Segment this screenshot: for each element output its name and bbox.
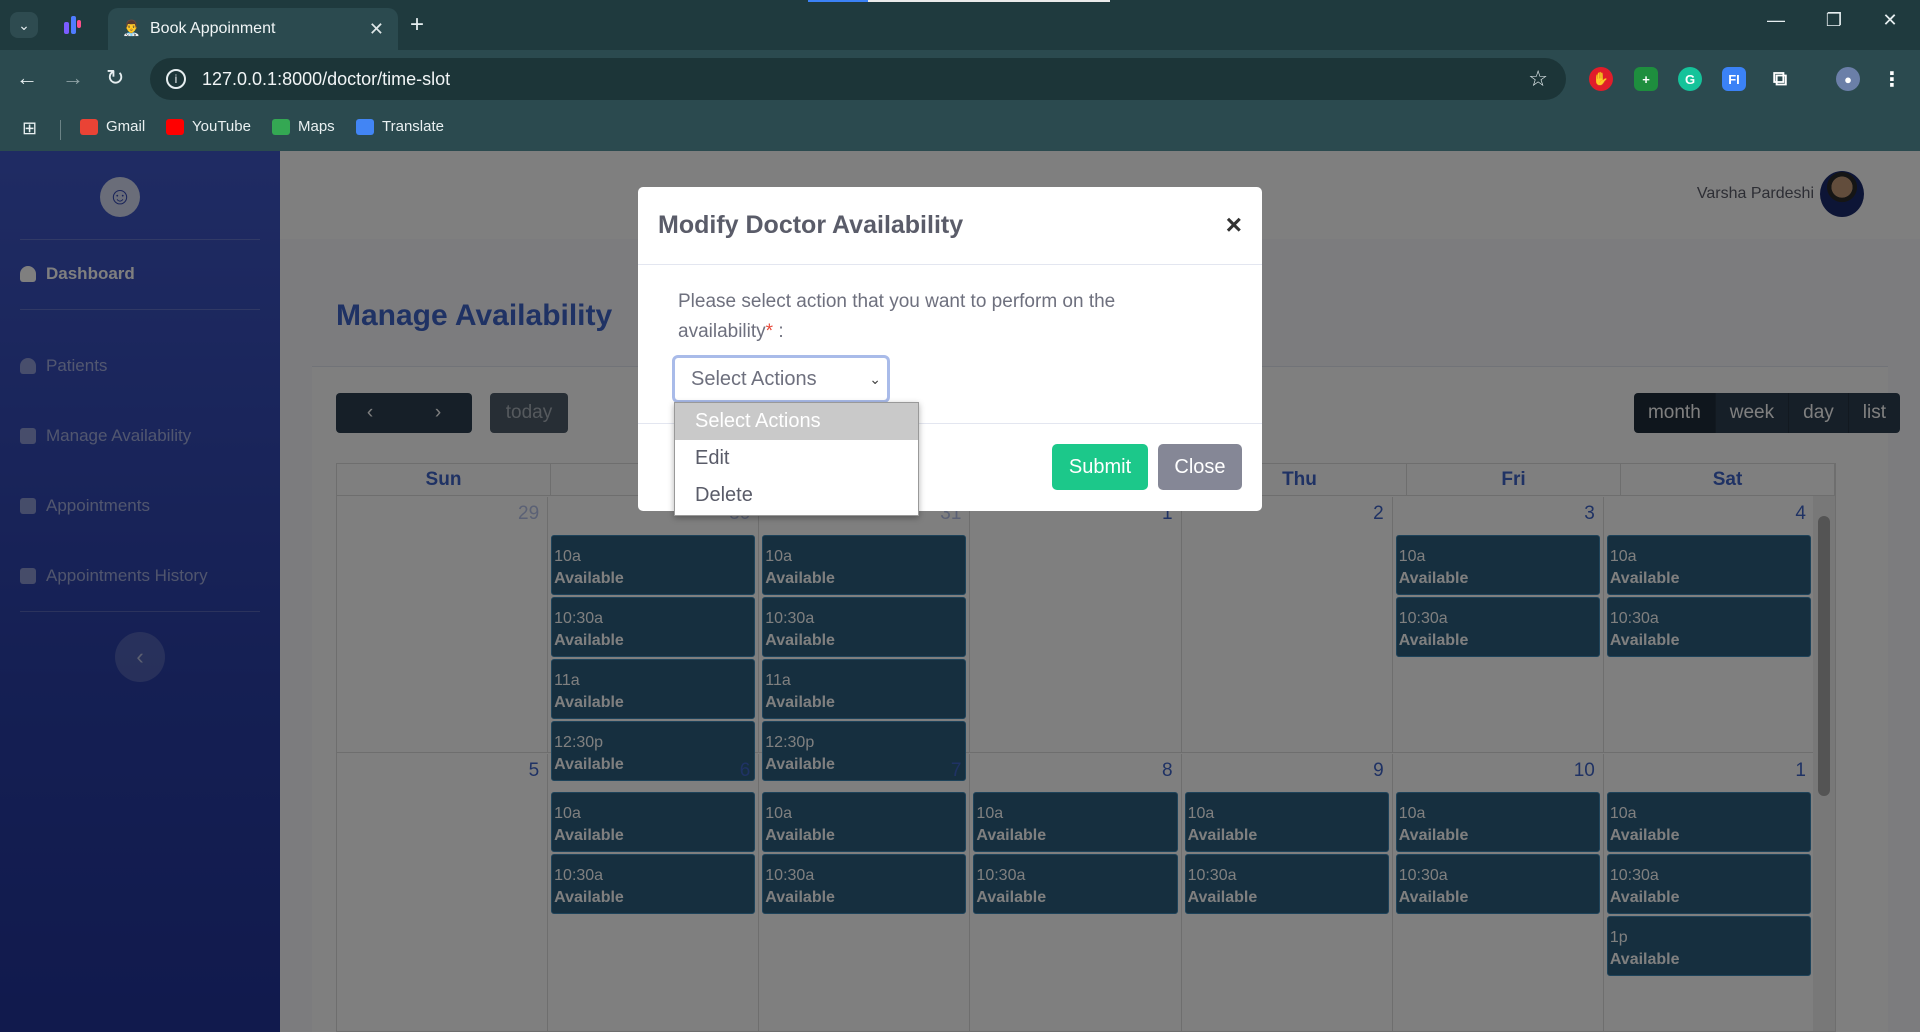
modal-header: Modify Doctor Availability × [638,187,1262,265]
browser-tab-bar: ⌄ 👨‍⚕️ Book Appoinment ✕ + — ❐ ✕ [0,0,1920,50]
translate-extension-icon[interactable]: FI [1722,67,1746,91]
profile-avatar-icon[interactable]: ● [1836,67,1860,91]
site-info-icon[interactable]: i [166,69,186,89]
app-logo-icon [64,16,81,34]
active-tab[interactable]: 👨‍⚕️ Book Appoinment ✕ [108,8,398,50]
bookmark-star-icon[interactable]: ☆ [1528,66,1548,92]
bookmark-label: Translate [382,118,444,135]
doctor-favicon-icon: 👨‍⚕️ [122,20,141,37]
submit-button[interactable]: Submit [1052,444,1148,490]
bookmark-translate[interactable]: Translate [356,118,444,135]
browser-toolbar: ← → ↻ i 127.0.0.1:8000/doctor/time-slot … [0,50,1920,108]
action-dropdown-list: Select Actions Edit Delete [674,402,919,516]
action-select[interactable]: Select Actions ⌄ [672,355,890,403]
tab-title: Book Appoinment [150,20,276,37]
prompt-text: Please select action that you want to pe… [678,291,1116,342]
apps-grid-icon[interactable]: ⊞ [22,118,37,139]
gmail-icon [80,118,98,135]
youtube-icon [166,118,184,135]
bookmark-maps[interactable]: Maps [272,118,335,135]
bookmark-label: Gmail [106,118,146,135]
page-loading-bar [808,0,1110,2]
translate-icon [356,118,374,135]
back-button[interactable]: ← [16,65,38,91]
action-prompt-label: Please select action that you want to pe… [678,287,1198,347]
modal-title: Modify Doctor Availability [658,211,964,239]
option-edit[interactable]: Edit [675,440,918,477]
bookmark-separator [60,120,61,140]
new-tab-button[interactable]: + [410,12,424,38]
option-delete[interactable]: Delete [675,477,918,514]
restore-button[interactable]: ❐ [1814,10,1854,31]
reload-button[interactable]: ↻ [106,65,124,91]
chevron-down-icon: ⌄ [869,370,881,387]
tab-search-button[interactable]: ⌄ [10,12,38,38]
sheets-extension-icon[interactable]: + [1634,67,1658,91]
prompt-suffix: : [773,321,784,342]
bookmark-label: YouTube [192,118,251,135]
forward-button[interactable]: → [62,65,84,91]
bookmark-label: Maps [298,118,335,135]
tab-close-icon[interactable]: ✕ [369,19,384,40]
bookmarks-bar: ⊞ Gmail YouTube Maps Translate [0,108,1920,151]
bookmark-youtube[interactable]: YouTube [166,118,251,135]
window-close-button[interactable]: ✕ [1870,10,1910,31]
modal-close-icon[interactable]: × [1226,209,1242,241]
select-value: Select Actions [691,367,817,390]
url-text: 127.0.0.1:8000/doctor/time-slot [202,68,451,89]
option-select-actions[interactable]: Select Actions [675,403,918,440]
maps-icon [272,118,290,135]
extensions-puzzle-icon[interactable]: ⧉ [1768,67,1792,91]
adblock-extension-icon[interactable]: ✋ [1589,67,1613,91]
address-bar[interactable]: i 127.0.0.1:8000/doctor/time-slot ☆ [150,58,1566,100]
close-button[interactable]: Close [1158,444,1242,490]
bookmark-gmail[interactable]: Gmail [80,118,145,135]
grammarly-extension-icon[interactable]: G [1678,67,1702,91]
required-mark: * [765,321,774,342]
browser-menu-icon[interactable]: ⋮ [1880,67,1904,91]
minimize-button[interactable]: — [1756,10,1796,31]
